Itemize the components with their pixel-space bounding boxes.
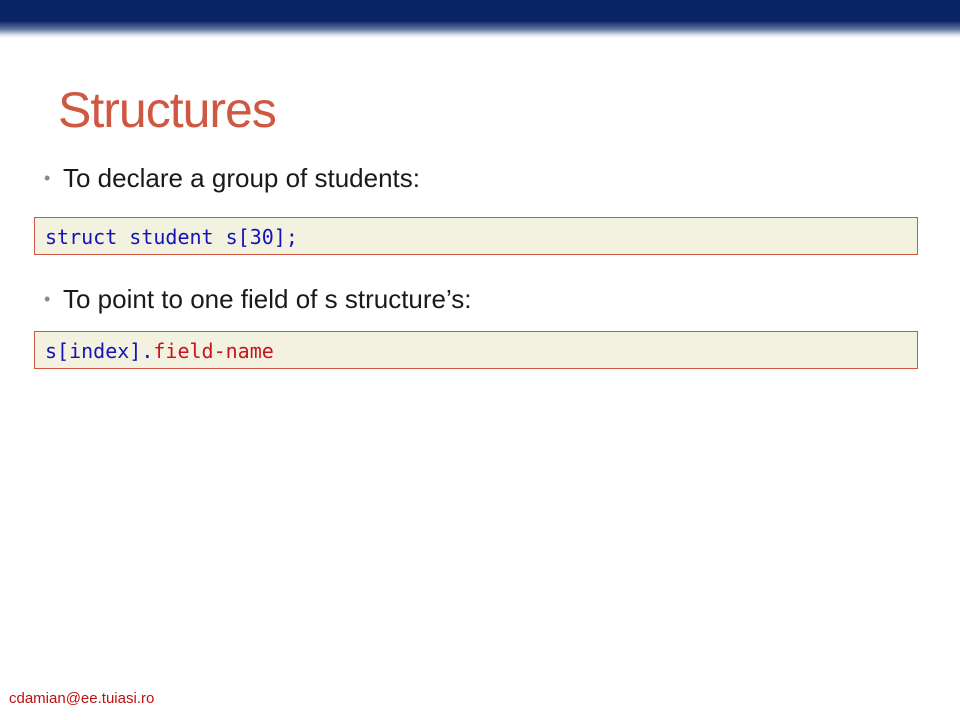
code-block-declare: struct student s[30]; (34, 217, 918, 255)
code-line: struct student s[30]; (45, 225, 298, 249)
code-index-part: s[index]. (45, 339, 154, 363)
bullet-item-declare: • To declare a group of students: (44, 162, 420, 194)
bullet-icon: • (44, 168, 51, 188)
header-bar (0, 0, 960, 38)
footer-email: cdamian@ee.tuiasi.ro (9, 690, 155, 707)
bullet-text: To point to one field of s structure’s: (63, 284, 472, 314)
code-block-field-access: s[index].field-name (34, 331, 918, 369)
code-field-part: field-name (153, 339, 274, 363)
bullet-icon: • (44, 289, 51, 309)
slide: Structures • To declare a group of studen… (0, 0, 960, 720)
bullet-item-point: • To point to one field of s structure’s: (44, 283, 472, 315)
bullet-text: To declare a group of students: (63, 163, 421, 193)
slide-title: Structures (58, 82, 277, 138)
